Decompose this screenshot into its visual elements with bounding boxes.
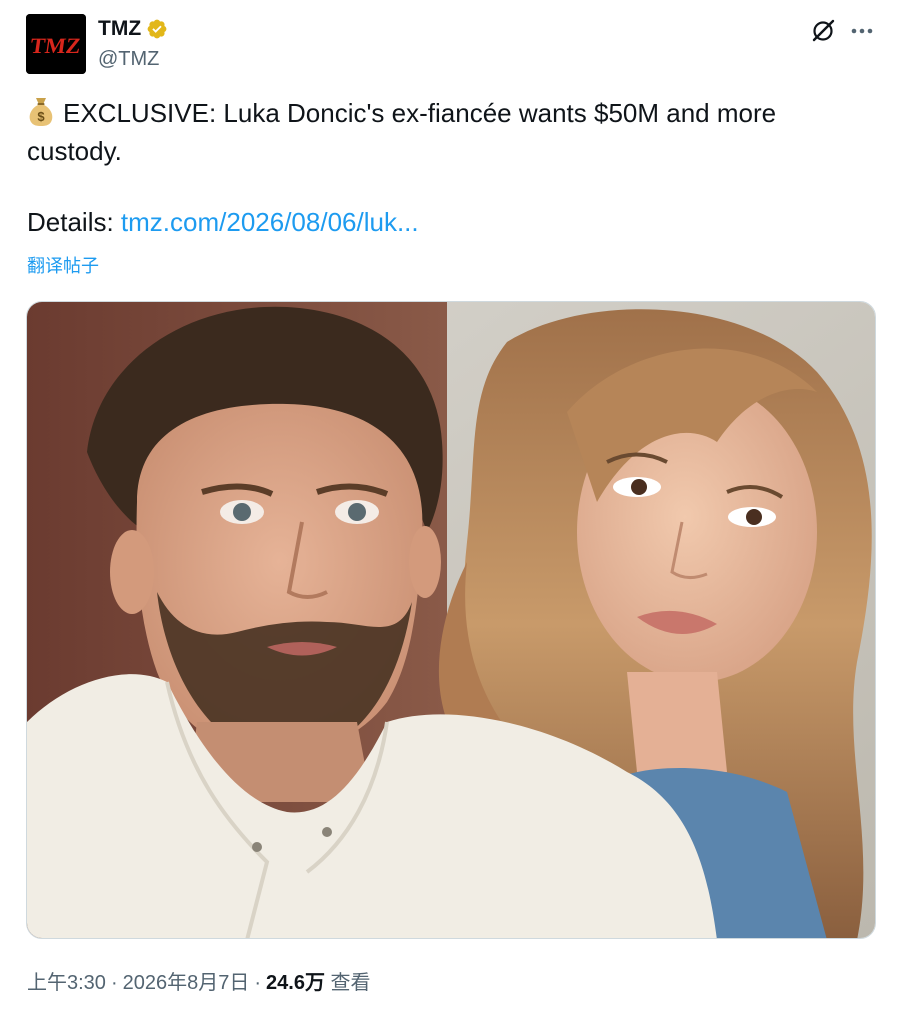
tweet-details-line: Details: tmz.com/2026/08/06/luk... <box>27 203 419 241</box>
money-bag-icon: $ <box>29 98 53 126</box>
more-options-button[interactable] <box>845 14 879 48</box>
tmz-logo-text: TMZ <box>29 33 83 58</box>
meta-separator: · <box>254 972 262 994</box>
avatar[interactable]: TMZ <box>26 14 86 74</box>
grok-icon <box>812 19 835 42</box>
grok-button[interactable] <box>806 14 840 48</box>
tweet-text-line-1-text: EXCLUSIVE: Luka Doncic's ex-fiancée want… <box>63 98 777 128</box>
author-display-name[interactable]: TMZ <box>98 17 141 41</box>
views-label: 查看 <box>330 972 371 994</box>
tweet-text: $ EXCLUSIVE: Luka Doncic's ex-fiancée wa… <box>27 94 857 170</box>
translate-post-link[interactable]: 翻译帖子 <box>27 252 99 278</box>
tweet-meta: 上午3:30 · 2026年8月7日 · 24.6万 查看 <box>27 966 371 995</box>
details-prefix: Details: <box>27 207 121 237</box>
more-icon <box>851 28 873 34</box>
svg-text:$: $ <box>37 109 45 124</box>
tmz-logo: TMZ <box>26 14 86 74</box>
post-date[interactable]: 2026年8月7日 <box>123 972 250 994</box>
article-link[interactable]: tmz.com/2026/08/06/luk... <box>121 207 419 237</box>
views-count: 24.6万 <box>266 972 325 994</box>
post-time[interactable]: 上午3:30 <box>27 972 106 994</box>
photo-image <box>27 302 875 938</box>
tweet-text-line-2: custody. <box>27 136 122 166</box>
author-handle[interactable]: @TMZ <box>98 48 159 71</box>
tweet-photo[interactable] <box>26 301 876 939</box>
tweet-text-line-1: $ EXCLUSIVE: Luka Doncic's ex-fiancée wa… <box>27 94 857 132</box>
author-name-row[interactable]: TMZ <box>98 17 168 41</box>
tweet-card: TMZ TMZ @TMZ $ EXCLUSIVE: Luka Doncic's … <box>0 0 900 1017</box>
verified-badge-icon[interactable] <box>146 18 168 40</box>
meta-separator: · <box>110 972 118 994</box>
